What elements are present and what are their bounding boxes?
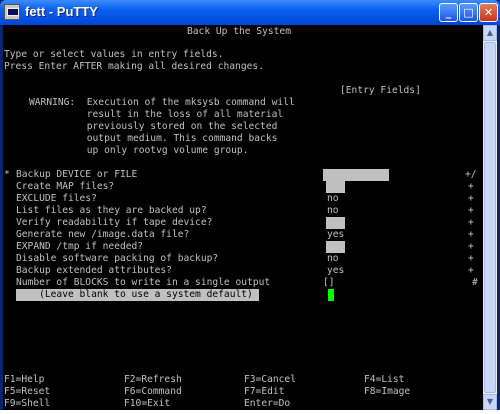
field-suffix: + <box>468 217 474 228</box>
putty-icon[interactable] <box>4 4 20 20</box>
title-bar[interactable]: fett - PuTTY _ □ ✕ <box>0 0 500 25</box>
scroll-up-button[interactable]: ▲ <box>483 25 497 41</box>
field-suffix: + <box>468 265 474 276</box>
minimize-icon: _ <box>445 6 452 19</box>
fkey-shell[interactable]: F9=Shell <box>4 398 50 410</box>
window-title: fett - PuTTY <box>25 4 98 19</box>
fkey-list[interactable]: F4=List <box>364 374 404 386</box>
entry-fields-label: [Entry Fields] <box>340 85 421 96</box>
warning-line: WARNING: Execution of the mksysb command… <box>29 97 295 108</box>
arrow-down-icon: ▼ <box>486 397 494 406</box>
field-suffix: + <box>468 241 474 252</box>
field-suffix: + <box>468 193 474 204</box>
field-label: Number of BLOCKS to write in a single ou… <box>16 277 271 288</box>
vertical-scrollbar[interactable]: ▲ ▼ <box>483 25 497 410</box>
field-label: Generate new /image.data file? <box>16 229 190 240</box>
field-label: EXCLUDE files? <box>16 193 97 204</box>
field-value-number-of-blocks[interactable]: [] <box>323 277 335 289</box>
arrow-up-icon: ▲ <box>486 28 494 37</box>
instruction-line: Type or select values in entry fields. <box>4 49 224 60</box>
putty-window: fett - PuTTY _ □ ✕ Back Up the System Ty… <box>0 0 500 410</box>
fkey-image[interactable]: F8=Image <box>364 386 410 398</box>
instruction-line: Press Enter AFTER making all desired cha… <box>4 61 264 72</box>
field-value-extended-attributes[interactable]: yes <box>327 265 344 277</box>
field-label: Backup extended attributes? <box>16 265 172 276</box>
field-value-expand-tmp[interactable]: yes <box>326 241 346 253</box>
minimize-button[interactable]: _ <box>439 3 458 22</box>
close-button[interactable]: ✕ <box>479 3 498 22</box>
field-suffix: + <box>468 205 474 216</box>
maximize-icon: □ <box>463 6 474 19</box>
warning-line: up only rootvg volume group. <box>29 145 249 156</box>
field-label: Verify readability if tape device? <box>16 217 213 228</box>
field-hint: (Leave blank to use a system default) <box>16 289 259 301</box>
field-value-generate-image-data[interactable]: yes <box>327 229 344 241</box>
fkey-enter-do[interactable]: Enter=Do <box>244 398 290 410</box>
fkey-reset[interactable]: F5=Reset <box>4 386 50 398</box>
warning-line: result in the loss of all material <box>29 109 284 120</box>
terminal-screen[interactable]: Back Up the System Type or select values… <box>3 25 483 410</box>
scroll-down-button[interactable]: ▼ <box>483 394 497 410</box>
field-label: Disable software packing of backup? <box>16 253 219 264</box>
fkey-command[interactable]: F6=Command <box>124 386 182 398</box>
fkey-refresh[interactable]: F2=Refresh <box>124 374 182 386</box>
field-suffix: # <box>472 277 478 288</box>
text-cursor <box>328 289 334 301</box>
field-value-list-files[interactable]: no <box>327 205 339 217</box>
warning-line: previously stored on the selected <box>29 121 278 132</box>
field-suffix: + <box>468 181 474 192</box>
warning-line: output medium. This command backs <box>29 133 278 144</box>
fkey-edit[interactable]: F7=Edit <box>244 386 284 398</box>
field-marker: * <box>4 169 10 180</box>
field-label: EXPAND /tmp if needed? <box>16 241 144 252</box>
field-value-verify[interactable]: yes <box>326 217 346 229</box>
field-value-create-map[interactable]: yes <box>326 181 346 193</box>
field-label: Create MAP files? <box>16 181 115 192</box>
field-suffix: + <box>468 229 474 240</box>
field-label: Backup DEVICE or FILE <box>16 169 138 180</box>
field-suffix: +/ <box>465 169 477 180</box>
field-label: List files as they are backed up? <box>16 205 207 216</box>
scroll-thumb[interactable] <box>484 42 496 393</box>
screen-heading: Back Up the System <box>187 26 291 37</box>
close-icon: ✕ <box>483 6 494 19</box>
fkey-cancel[interactable]: F3=Cancel <box>244 374 296 386</box>
maximize-button[interactable]: □ <box>459 3 478 22</box>
fkey-help[interactable]: F1=Help <box>4 374 44 386</box>
field-value-disable-packing[interactable]: no <box>327 253 339 265</box>
field-value-backup-device[interactable]: [/dev/rmt0] <box>323 169 389 181</box>
fkey-exit[interactable]: F10=Exit <box>124 398 170 410</box>
field-suffix: + <box>468 253 474 264</box>
bottom-strip <box>0 410 500 414</box>
field-value-exclude[interactable]: no <box>327 193 339 205</box>
